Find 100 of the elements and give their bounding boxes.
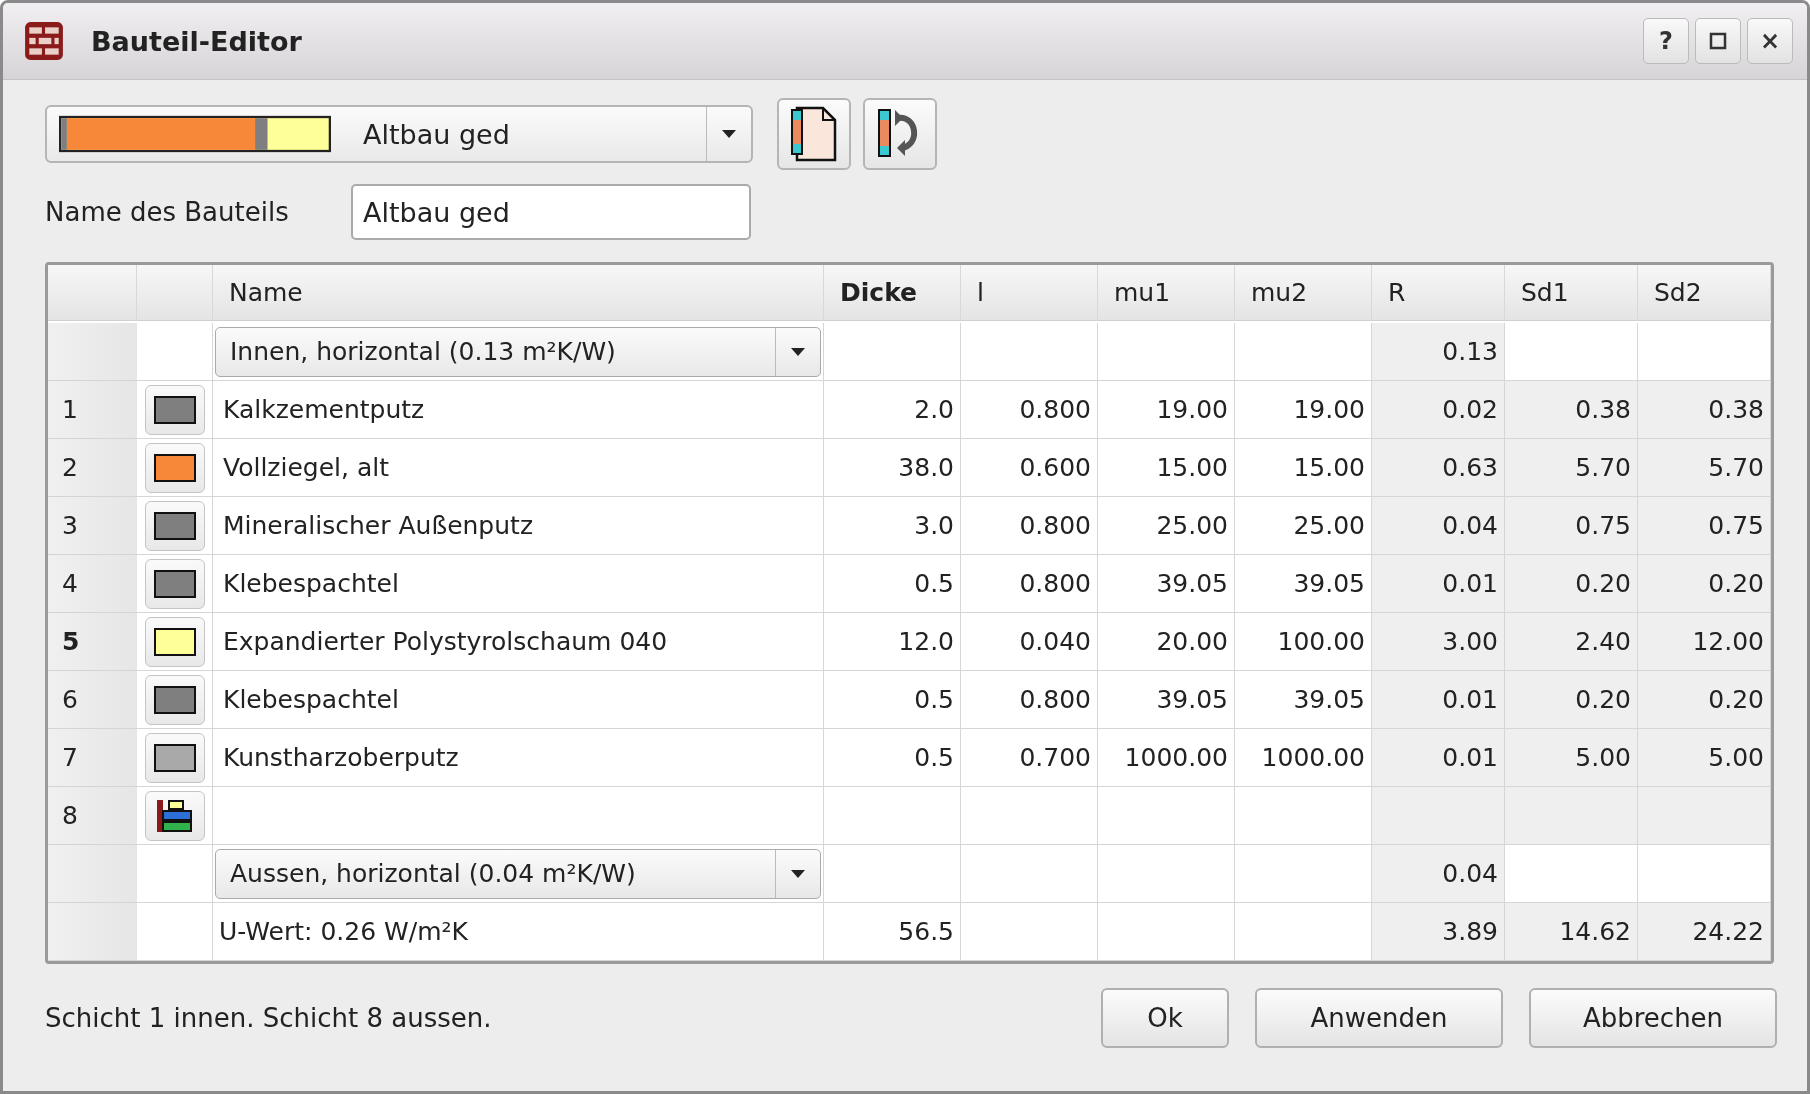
row-number[interactable]: 4 bbox=[48, 555, 137, 613]
table-cell: 15.00 bbox=[1098, 439, 1235, 497]
table-cell: Klebespachtel bbox=[213, 555, 824, 613]
table-cell: 2.0 bbox=[824, 381, 961, 439]
table-cell: 0.38 bbox=[1505, 381, 1638, 439]
table-cell: 56.5 bbox=[824, 903, 961, 961]
table-cell: 14.62 bbox=[1505, 903, 1638, 961]
table-cell: 0.800 bbox=[961, 497, 1098, 555]
surface-resistance-dropdown[interactable]: Aussen, horizontal (0.04 m²K/W) bbox=[215, 848, 821, 899]
dialog-button[interactable]: Ok bbox=[1101, 988, 1229, 1048]
table-cell: 5.70 bbox=[1505, 439, 1638, 497]
table-cell: 0.800 bbox=[961, 381, 1098, 439]
table-cell: 0.01 bbox=[1372, 729, 1505, 787]
table-cell: 0.040 bbox=[961, 613, 1098, 671]
table-cell: 0.75 bbox=[1505, 497, 1638, 555]
color-swatch-button[interactable] bbox=[144, 442, 205, 493]
column-header[interactable]: R bbox=[1372, 265, 1505, 321]
color-swatch-button[interactable] bbox=[144, 732, 205, 783]
surface-resistance-dropdown[interactable]: Innen, horizontal (0.13 m²K/W) bbox=[215, 326, 821, 377]
layers-icon bbox=[154, 798, 195, 833]
table-cell: 0.04 bbox=[1372, 845, 1505, 903]
table-cell: 0.38 bbox=[1638, 381, 1771, 439]
row-number[interactable]: 8 bbox=[48, 787, 137, 845]
component-dropdown[interactable]: Altbau ged bbox=[45, 105, 753, 163]
maximize-button[interactable] bbox=[1695, 18, 1741, 64]
help-button[interactable]: ? bbox=[1643, 18, 1689, 64]
table-cell: 0.02 bbox=[1372, 381, 1505, 439]
column-header[interactable]: Sd1 bbox=[1505, 265, 1638, 321]
add-layer-button[interactable] bbox=[144, 790, 205, 841]
status-text: Schicht 1 innen. Schicht 8 aussen. bbox=[45, 1003, 493, 1033]
maximize-icon bbox=[1708, 31, 1728, 51]
table-cell: 1000.00 bbox=[1098, 729, 1235, 787]
table-cell: 0.01 bbox=[1372, 671, 1505, 729]
table-cell: Mineralischer Außenputz bbox=[213, 497, 824, 555]
dialog-button[interactable]: Abbrechen bbox=[1529, 988, 1777, 1048]
reverse-layers-button[interactable] bbox=[863, 98, 937, 170]
table-cell: 12.00 bbox=[1638, 613, 1771, 671]
name-input-field[interactable]: Altbau ged bbox=[351, 184, 751, 240]
table-cell: 0.600 bbox=[961, 439, 1098, 497]
name-label: Name des Bauteils bbox=[45, 197, 290, 227]
table-cell: 5.00 bbox=[1505, 729, 1638, 787]
new-document-icon bbox=[789, 106, 839, 162]
new-document-button[interactable] bbox=[777, 98, 851, 170]
table-cell: 0.20 bbox=[1505, 555, 1638, 613]
row-number[interactable]: 3 bbox=[48, 497, 137, 555]
row-number[interactable]: 7 bbox=[48, 729, 137, 787]
table-cell: 0.800 bbox=[961, 671, 1098, 729]
table-cell: 5.70 bbox=[1638, 439, 1771, 497]
row-number[interactable]: 5 bbox=[48, 613, 137, 671]
table-cell: 0.700 bbox=[961, 729, 1098, 787]
table-cell: Expandierter Polystyrolschaum 040 bbox=[213, 613, 824, 671]
table-cell: 24.22 bbox=[1638, 903, 1771, 961]
table-cell: 12.0 bbox=[824, 613, 961, 671]
table-cell: 2.40 bbox=[1505, 613, 1638, 671]
table-cell: 25.00 bbox=[1098, 497, 1235, 555]
color-swatch-button[interactable] bbox=[144, 384, 205, 435]
dropdown-arrow-icon bbox=[790, 868, 806, 879]
table-cell: 3.89 bbox=[1372, 903, 1505, 961]
table-cell: Kunstharzoberputz bbox=[213, 729, 824, 787]
dialog-button[interactable]: Anwenden bbox=[1255, 988, 1503, 1048]
table-cell: 0.800 bbox=[961, 555, 1098, 613]
table-cell: 0.13 bbox=[1372, 323, 1505, 381]
column-header[interactable]: Dicke bbox=[824, 265, 961, 321]
table-cell: 0.75 bbox=[1638, 497, 1771, 555]
table-cell: 0.01 bbox=[1372, 555, 1505, 613]
table-cell: 0.5 bbox=[824, 555, 961, 613]
color-swatch-button[interactable] bbox=[144, 558, 205, 609]
row-number[interactable]: 1 bbox=[48, 381, 137, 439]
brick-wall-icon bbox=[23, 20, 65, 62]
table-cell: 3.00 bbox=[1372, 613, 1505, 671]
table-cell: Kalkzementputz bbox=[213, 381, 824, 439]
table-cell: 0.04 bbox=[1372, 497, 1505, 555]
table-cell: 0.20 bbox=[1638, 671, 1771, 729]
column-header[interactable]: Name bbox=[213, 265, 824, 321]
row-number[interactable]: 6 bbox=[48, 671, 137, 729]
table-cell: Klebespachtel bbox=[213, 671, 824, 729]
table-cell: 0.63 bbox=[1372, 439, 1505, 497]
color-swatch-button[interactable] bbox=[144, 616, 205, 667]
table-cell: 5.00 bbox=[1638, 729, 1771, 787]
table-cell: 3.0 bbox=[824, 497, 961, 555]
column-header[interactable]: mu1 bbox=[1098, 265, 1235, 321]
table-cell: 19.00 bbox=[1098, 381, 1235, 439]
color-swatch-button[interactable] bbox=[144, 500, 205, 551]
color-swatch-button[interactable] bbox=[144, 674, 205, 725]
dropdown-arrow-icon bbox=[790, 346, 806, 357]
table-cell: 0.5 bbox=[824, 729, 961, 787]
column-header[interactable]: Sd2 bbox=[1638, 265, 1771, 321]
column-header[interactable]: mu2 bbox=[1235, 265, 1372, 321]
u-value-text: U-Wert: 0.26 W/m²K bbox=[213, 903, 824, 961]
dropdown-arrow-icon bbox=[721, 129, 737, 139]
close-button[interactable]: × bbox=[1747, 18, 1793, 64]
column-header[interactable]: l bbox=[961, 265, 1098, 321]
table-cell: 20.00 bbox=[1098, 613, 1235, 671]
table-cell: 38.0 bbox=[824, 439, 961, 497]
row-number[interactable]: 2 bbox=[48, 439, 137, 497]
table-cell: 0.5 bbox=[824, 671, 961, 729]
table-cell: Vollziegel, alt bbox=[213, 439, 824, 497]
layer-bar-icon bbox=[59, 115, 331, 153]
table-cell: 0.20 bbox=[1505, 671, 1638, 729]
table-cell: 0.20 bbox=[1638, 555, 1771, 613]
